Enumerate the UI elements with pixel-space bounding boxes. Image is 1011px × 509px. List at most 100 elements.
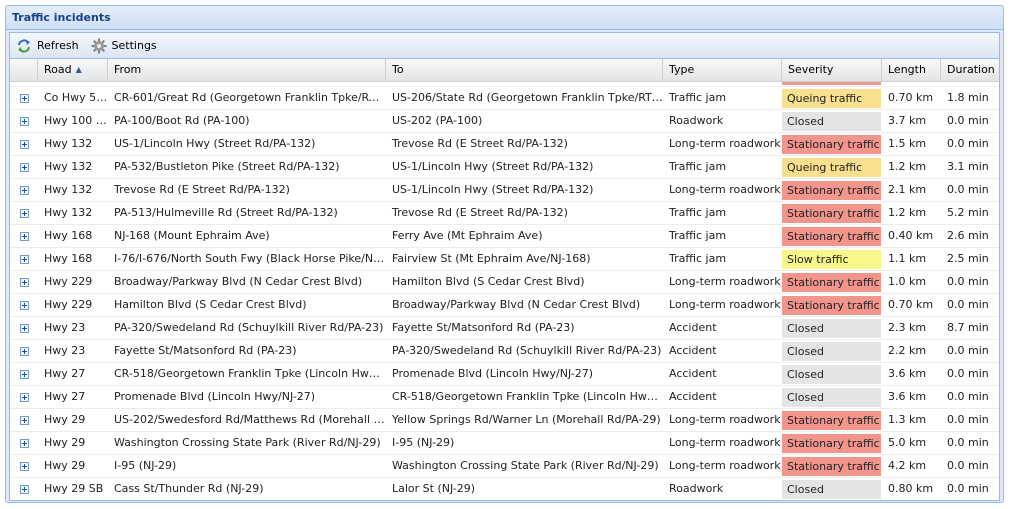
- cell-type: Accident: [669, 344, 717, 357]
- column-header-type[interactable]: Type: [663, 59, 782, 82]
- cell-duration: 0.0 min: [947, 137, 989, 150]
- row-expander[interactable]: [10, 87, 38, 109]
- cell-type: Roadwork: [669, 114, 724, 127]
- table-row[interactable]: Hwy 27 CR-518/Georgetown Franklin Tpke (L…: [10, 363, 999, 386]
- cell-length: 5.5 km: [882, 82, 941, 86]
- expand-plus-icon[interactable]: [19, 392, 29, 402]
- cell-length: 3.6 km: [888, 367, 927, 380]
- expand-plus-icon[interactable]: [19, 116, 29, 126]
- expand-plus-icon[interactable]: [19, 139, 29, 149]
- cell-severity: Stationary traffic: [782, 294, 882, 316]
- traffic-incidents-panel: Traffic incidents Refresh Settings Road …: [5, 5, 1004, 503]
- row-expander[interactable]: [10, 179, 38, 201]
- row-expander[interactable]: [10, 363, 38, 385]
- row-expander[interactable]: [10, 478, 38, 500]
- refresh-button[interactable]: Refresh: [16, 38, 79, 54]
- cell-severity: Stationary traffic: [782, 432, 882, 454]
- expand-plus-icon[interactable]: [19, 438, 29, 448]
- row-expander[interactable]: [10, 82, 38, 86]
- cell-to: US-1/Lincoln Hwy (Street Rd/PA-132): [392, 160, 594, 173]
- column-header-duration[interactable]: Duration: [941, 59, 999, 82]
- cell-length: 1.2 km: [888, 160, 927, 173]
- column-header-length[interactable]: Length: [882, 59, 941, 82]
- row-expander[interactable]: [10, 133, 38, 155]
- row-expander[interactable]: [10, 432, 38, 454]
- table-row[interactable]: Hwy 229 Hamilton Blvd (S Cedar Crest Blvd…: [10, 294, 999, 317]
- table-row[interactable]: Hwy 29 SB Cass St/Thunder Rd (NJ-29) Lalor…: [10, 478, 999, 500]
- cell-road: Hwy 132: [44, 160, 93, 173]
- expand-plus-icon[interactable]: [19, 277, 29, 287]
- cell-length: 1.2 km: [888, 206, 927, 219]
- expand-plus-icon[interactable]: [19, 461, 29, 471]
- row-expander[interactable]: [10, 386, 38, 408]
- column-header-severity[interactable]: Severity: [782, 59, 882, 82]
- table-row[interactable]: Hwy 23 PA-320/Swedeland Rd (Schuylkill Ri…: [10, 317, 999, 340]
- expand-plus-icon[interactable]: [19, 254, 29, 264]
- table-row[interactable]: Hwy 23 Fayette St/Matsonford Rd (PA-23) PA…: [10, 340, 999, 363]
- cell-type: Long-term roadwork: [669, 298, 781, 311]
- row-expander[interactable]: [10, 248, 38, 270]
- cell-severity: Stationary traffic: [782, 202, 882, 224]
- row-expander[interactable]: [10, 294, 38, 316]
- severity-badge: Slow traffic: [782, 250, 881, 269]
- table-row[interactable]: Hwy 29 I-95 (NJ-29) Washington Crossing St…: [10, 455, 999, 478]
- expand-plus-icon[interactable]: [19, 484, 29, 494]
- row-expander[interactable]: [10, 110, 38, 132]
- row-expander[interactable]: [10, 202, 38, 224]
- column-header-expander[interactable]: [10, 59, 38, 82]
- cell-to: Yellow Springs Rd/Warner Ln (Morehall Rd…: [392, 413, 661, 426]
- table-row[interactable]: Hwy 132 Trevose Rd (E Street Rd/PA-132) US…: [10, 179, 999, 202]
- table-row[interactable]: Hwy 168 NJ-168 (Mount Ephraim Ave) Ferry A…: [10, 225, 999, 248]
- cell-severity: Stationary traffic: [782, 133, 882, 155]
- cell-severity: Closed: [782, 478, 882, 500]
- expand-plus-icon[interactable]: [19, 162, 29, 172]
- cell-from: Trevose Rd (E Street Rd/PA-132): [114, 183, 290, 196]
- cell-from: PA-513/Hulmeville Rd (Street Rd/PA-132): [114, 206, 338, 219]
- expand-plus-icon[interactable]: [19, 300, 29, 310]
- row-expander[interactable]: [10, 156, 38, 178]
- table-row[interactable]: Hwy 100 SB PA-100/Boot Rd (PA-100) US-202 …: [10, 110, 999, 133]
- row-expander[interactable]: [10, 271, 38, 293]
- table-row[interactable]: Hwy 132 PA-513/Hulmeville Rd (Street Rd/P…: [10, 202, 999, 225]
- column-header-road[interactable]: Road ▲: [38, 59, 108, 82]
- row-expander[interactable]: [10, 225, 38, 247]
- cell-severity: Closed: [782, 386, 882, 408]
- row-expander[interactable]: [10, 455, 38, 477]
- cell-to: US-206/State Rd (Georgetown Franklin Tpk…: [392, 91, 663, 104]
- cell-road: Hwy 29: [44, 413, 86, 426]
- table-row[interactable]: Co Hwy 518 CR-601/Great Rd (Georgetown Fr…: [10, 87, 999, 110]
- expand-plus-icon[interactable]: [19, 415, 29, 425]
- severity-badge: Closed: [782, 112, 881, 131]
- cell-road: Hwy 132: [44, 183, 93, 196]
- expand-plus-icon[interactable]: [19, 185, 29, 195]
- row-expander[interactable]: [10, 409, 38, 431]
- column-header-to[interactable]: To: [386, 59, 663, 82]
- column-header-from[interactable]: From: [108, 59, 386, 82]
- grid-body[interactable]: Hwy 100PA-100 (Highway 10)US-22 (Highway…: [10, 82, 999, 500]
- table-row[interactable]: Hwy 27 Promenade Blvd (Lincoln Hwy/NJ-27)…: [10, 386, 999, 409]
- expand-plus-icon[interactable]: [19, 208, 29, 218]
- expand-plus-icon[interactable]: [19, 323, 29, 333]
- table-row[interactable]: Hwy 29 Washington Crossing State Park (Ri…: [10, 432, 999, 455]
- cell-to: CR-518/Georgetown Franklin Tpke (Lincoln…: [392, 390, 663, 403]
- table-row[interactable]: Hwy 168 I-76/I-676/North South Fwy (Black…: [10, 248, 999, 271]
- cell-to: Fairview St (Mt Ephraim Ave/NJ-168): [392, 252, 591, 265]
- expand-plus-icon[interactable]: [19, 93, 29, 103]
- expand-plus-icon[interactable]: [19, 231, 29, 241]
- expand-plus-icon[interactable]: [19, 369, 29, 379]
- table-row[interactable]: Hwy 132 US-1/Lincoln Hwy (Street Rd/PA-13…: [10, 133, 999, 156]
- table-row[interactable]: Hwy 29 US-202/Swedesford Rd/Matthews Rd (…: [10, 409, 999, 432]
- table-row[interactable]: Hwy 229 Broadway/Parkway Blvd (N Cedar Cr…: [10, 271, 999, 294]
- row-expander[interactable]: [10, 340, 38, 362]
- row-expander[interactable]: [10, 317, 38, 339]
- cell-road: Hwy 23: [44, 321, 86, 334]
- cell-duration: 0.0 min: [947, 183, 989, 196]
- settings-button[interactable]: Settings: [91, 38, 157, 54]
- table-row[interactable]: Hwy 132 PA-532/Bustleton Pike (Street Rd/…: [10, 156, 999, 179]
- cell-severity: Closed: [782, 317, 882, 339]
- incidents-grid: Road ▲ From To Type Severity Length Durat…: [9, 58, 1000, 501]
- cell-type: Traffic jam: [669, 160, 727, 173]
- expand-plus-icon[interactable]: [19, 346, 29, 356]
- cell-severity: Stationary traffic: [782, 225, 882, 247]
- cell-road: Hwy 168: [44, 229, 93, 242]
